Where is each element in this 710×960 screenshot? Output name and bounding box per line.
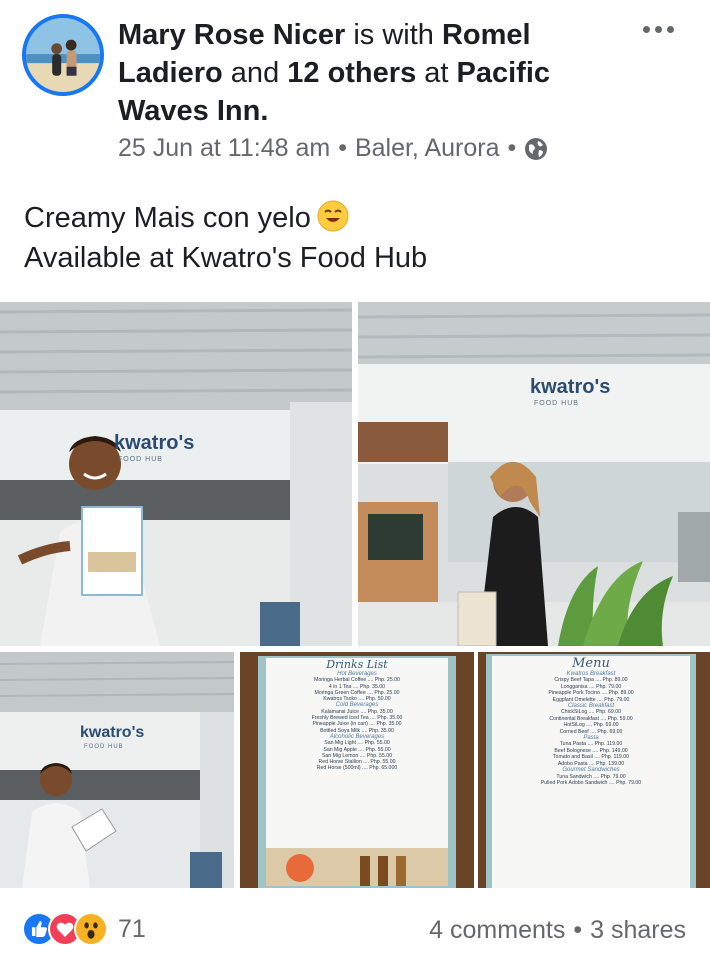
- photo-food-menu[interactable]: Menu Kwatros Breakfast Crispy Beef Tapa …: [478, 652, 710, 888]
- post-body: Creamy Mais con yelo Available at Kwatro…: [24, 198, 427, 278]
- with-text: is with: [345, 19, 442, 51]
- more-dot: [666, 25, 674, 33]
- post-meta: 25 Jun at 11:48 am • Baler, Aurora •: [118, 134, 548, 163]
- post-footer: 71 4 comments • 3 shares: [0, 896, 710, 960]
- post-line-1-text: Creamy Mais con yelo: [24, 202, 311, 234]
- menu-item: Pulled Pork Adobo Sandwich .... Php. 79.…: [540, 779, 642, 786]
- author-name[interactable]: Mary Rose Nicer: [118, 19, 345, 51]
- profile-avatar[interactable]: [22, 14, 104, 96]
- post-date[interactable]: 25 Jun at 11:48 am: [118, 134, 330, 163]
- more-dot: [654, 25, 662, 33]
- wow-face-icon: [76, 914, 106, 944]
- photo-2-scene: [358, 302, 710, 646]
- reaction-count[interactable]: 71: [118, 915, 146, 944]
- smiling-face-emoji-icon: [317, 200, 349, 232]
- post-title: Mary Rose Nicer is with Romel Ladiero an…: [118, 16, 598, 130]
- kwatros-sign: kwatro's: [80, 724, 145, 741]
- photo-man-holding-menu[interactable]: kwatro's FOOD HUB: [0, 302, 352, 646]
- globe-icon[interactable]: [524, 137, 548, 161]
- kwatros-sign-sub: FOOD HUB: [534, 400, 579, 407]
- post-line-1: Creamy Mais con yelo: [24, 198, 427, 238]
- post-location[interactable]: Baler, Aurora: [355, 134, 500, 163]
- separator-dot: •: [338, 134, 347, 162]
- separator-dot: •: [573, 916, 583, 944]
- post-line-2: Available at Kwatro's Food Hub: [24, 242, 428, 274]
- photo-drinks-list-menu[interactable]: Drinks List Hot Beverages Moringa Herbal…: [240, 652, 474, 888]
- food-menu-title: Menu: [572, 656, 610, 671]
- post-header: Mary Rose Nicer is with Romel Ladiero an…: [0, 0, 710, 200]
- more-options-icon[interactable]: [636, 14, 680, 44]
- and-text: and: [222, 57, 288, 89]
- food-menu-content: Menu Kwatros Breakfast Crispy Beef Tapa …: [492, 656, 690, 888]
- shares-count[interactable]: 3 shares: [590, 916, 686, 945]
- avatar-photo: [26, 18, 100, 92]
- photo-man-with-menu-small[interactable]: kwatro's FOOD HUB: [0, 652, 234, 888]
- engagement-counts: 4 comments • 3 shares: [429, 916, 686, 945]
- others-link[interactable]: 12 others: [287, 57, 416, 89]
- more-dot: [642, 25, 650, 33]
- kwatros-sign: kwatro's: [530, 376, 611, 398]
- reactions-summary[interactable]: 71: [22, 912, 146, 946]
- kwatros-sign: kwatro's: [114, 432, 195, 454]
- menu-item: Red Horse (500ml) .... Php. 65.000: [316, 765, 398, 772]
- drinks-menu-title: Drinks List: [326, 658, 388, 671]
- photo-3-scene: [0, 652, 234, 888]
- separator-dot: •: [507, 134, 517, 162]
- wow-reaction-icon: [74, 912, 108, 946]
- photo-1-scene: [0, 302, 352, 646]
- at-text: at: [416, 57, 457, 89]
- drinks-menu-content: Drinks List Hot Beverages Moringa Herbal…: [266, 658, 448, 848]
- kwatros-sign-sub: FOOD HUB: [84, 744, 124, 750]
- comments-count[interactable]: 4 comments: [429, 916, 565, 945]
- photo-woman-at-counter[interactable]: kwatro's FOOD HUB: [358, 302, 710, 646]
- kwatros-sign-sub: FOOD HUB: [118, 456, 163, 463]
